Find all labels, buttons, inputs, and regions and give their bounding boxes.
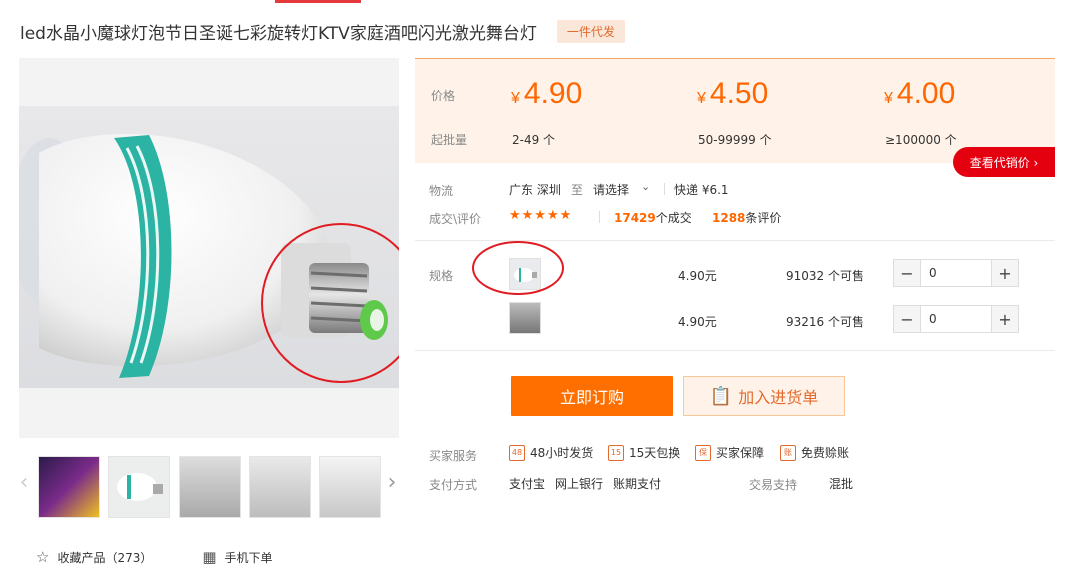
mobile-order-link[interactable]: ▦ 手机下单	[202, 548, 272, 566]
thumbnail-strip: ‹ ›	[19, 456, 405, 522]
price-box: 价格 起批量 ¥4.90 2-49 个 ¥4.50 50-99999 个 ¥4.…	[415, 58, 1055, 163]
tier-range: 50-99999 个	[698, 133, 772, 147]
divider	[664, 183, 665, 195]
payment-label: 支付方式	[429, 478, 478, 492]
thumbnail-3[interactable]	[179, 456, 241, 518]
rating-stars-icon: ★★★★★	[509, 208, 573, 223]
trade-support-value: 混批	[829, 477, 854, 491]
review-count-text[interactable]: 1288条评价	[712, 209, 781, 226]
favorite-label: 收藏产品（273）	[57, 550, 153, 565]
currency-symbol: ¥	[884, 90, 893, 107]
payment-method-credit: 账期支付	[613, 477, 662, 491]
tier-price: 4.90	[523, 77, 583, 110]
logistics-label: 物流	[429, 184, 454, 198]
min-qty-label: 起批量	[431, 133, 468, 147]
destination-select[interactable]: 请选择	[593, 181, 629, 198]
thumbnail-2-bulb-icon	[117, 473, 163, 501]
price-tier-3: ¥4.00	[884, 77, 955, 111]
decrement-button[interactable]: −	[894, 306, 921, 332]
qr-code-icon: ▦	[202, 548, 217, 566]
service-text: 买家保障	[716, 446, 765, 460]
chevron-down-icon[interactable]: ⌄	[641, 180, 650, 193]
spec-stock: 93216 个可售	[786, 315, 864, 329]
dropship-badge: 一件代发	[556, 19, 625, 43]
thumbnail-4[interactable]	[249, 456, 311, 518]
thumbnail-5[interactable]	[319, 456, 381, 518]
quantity-stepper-1: − 0 +	[893, 259, 1019, 287]
payment-method-alipay: 支付宝	[509, 477, 546, 491]
title-row: led水晶小魔球灯泡节日圣诞七彩旋转灯KTV家庭酒吧闪光激光舞台灯 一件代发	[20, 18, 625, 44]
currency-symbol: ¥	[697, 90, 706, 107]
service-protection[interactable]: 保 买家保障	[695, 444, 764, 461]
product-title: led水晶小魔球灯泡节日圣诞七彩旋转灯KTV家庭酒吧闪光激光舞台灯	[20, 23, 537, 44]
price-label: 价格	[431, 89, 456, 103]
service-text: 免费赊账	[801, 446, 850, 460]
thumbnail-2[interactable]	[108, 456, 170, 518]
tier-range: 2-49 个	[512, 133, 556, 147]
ship-from: 广东 深圳	[509, 183, 561, 197]
decrement-button[interactable]: −	[894, 260, 921, 286]
shipping-fee: 快递 ¥6.1	[674, 183, 729, 197]
review-count: 1288	[712, 211, 746, 225]
divider	[599, 211, 600, 223]
quantity-input[interactable]: 0	[921, 306, 991, 332]
deal-count-text[interactable]: 17429个成交	[614, 209, 692, 226]
tier-price: 4.00	[896, 77, 956, 110]
thumbnail-prev-arrow-icon[interactable]: ‹	[17, 470, 31, 495]
section-divider	[415, 350, 1055, 351]
delivery-48h-icon: 48	[509, 444, 525, 461]
bottom-actions: ☆ 收藏产品（273） ▦ 手机下单	[36, 548, 323, 566]
shield-icon: 保	[695, 444, 711, 461]
spec-price: 4.90元	[678, 315, 717, 329]
deal-count: 17429	[614, 211, 656, 225]
mobile-order-label: 手机下单	[224, 550, 273, 565]
deals-label: 成交\评价	[429, 212, 482, 226]
view-agent-price-button[interactable]: 查看代销价 ›	[953, 147, 1055, 177]
services-label: 买家服务	[429, 449, 478, 463]
currency-symbol: ¥	[511, 90, 520, 107]
payment-method-bank: 网上银行	[555, 477, 604, 491]
credit-icon: 账	[780, 444, 796, 461]
deal-suffix: 个成交	[655, 211, 692, 225]
favorite-product-link[interactable]: ☆ 收藏产品（273）	[36, 548, 152, 566]
buy-now-button[interactable]: 立即订购	[511, 376, 673, 416]
ship-to-word: 至	[571, 183, 584, 197]
quantity-input[interactable]: 0	[921, 260, 991, 286]
main-product-image[interactable]	[19, 58, 399, 438]
clipboard-icon: 📋	[709, 385, 733, 407]
increment-button[interactable]: +	[991, 260, 1018, 286]
service-credit[interactable]: 账 免费赊账	[780, 444, 849, 461]
star-outline-icon: ☆	[36, 548, 50, 566]
top-accent-bar	[275, 0, 361, 3]
service-text: 15天包换	[629, 446, 681, 460]
tier-range: ≥100000 个	[885, 133, 957, 147]
price-tier-1: ¥4.90	[511, 77, 582, 111]
spec-label: 规格	[429, 269, 454, 283]
annotation-circle-spec	[472, 241, 564, 295]
tier-price: 4.50	[709, 77, 769, 110]
increment-button[interactable]: +	[991, 306, 1018, 332]
trade-support-label: 交易支持	[749, 478, 798, 492]
exchange-15d-icon: 15	[608, 444, 624, 461]
service-15d[interactable]: 15 15天包换	[608, 444, 680, 461]
add-to-cart-button[interactable]: 📋 加入进货单	[683, 376, 845, 416]
price-tier-2: ¥4.50	[697, 77, 768, 111]
quantity-stepper-2: − 0 +	[893, 305, 1019, 333]
add-to-cart-label: 加入进货单	[738, 388, 819, 407]
spec-thumbnail-2[interactable]	[509, 302, 541, 334]
service-48h[interactable]: 48 48小时发货	[509, 444, 593, 461]
spec-price: 4.90元	[678, 269, 717, 283]
review-suffix: 条评价	[745, 211, 782, 225]
thumbnail-next-arrow-icon[interactable]: ›	[385, 470, 399, 495]
service-text: 48小时发货	[530, 446, 594, 460]
thumbnail-1[interactable]	[38, 456, 100, 518]
spec-stock: 91032 个可售	[786, 269, 864, 283]
